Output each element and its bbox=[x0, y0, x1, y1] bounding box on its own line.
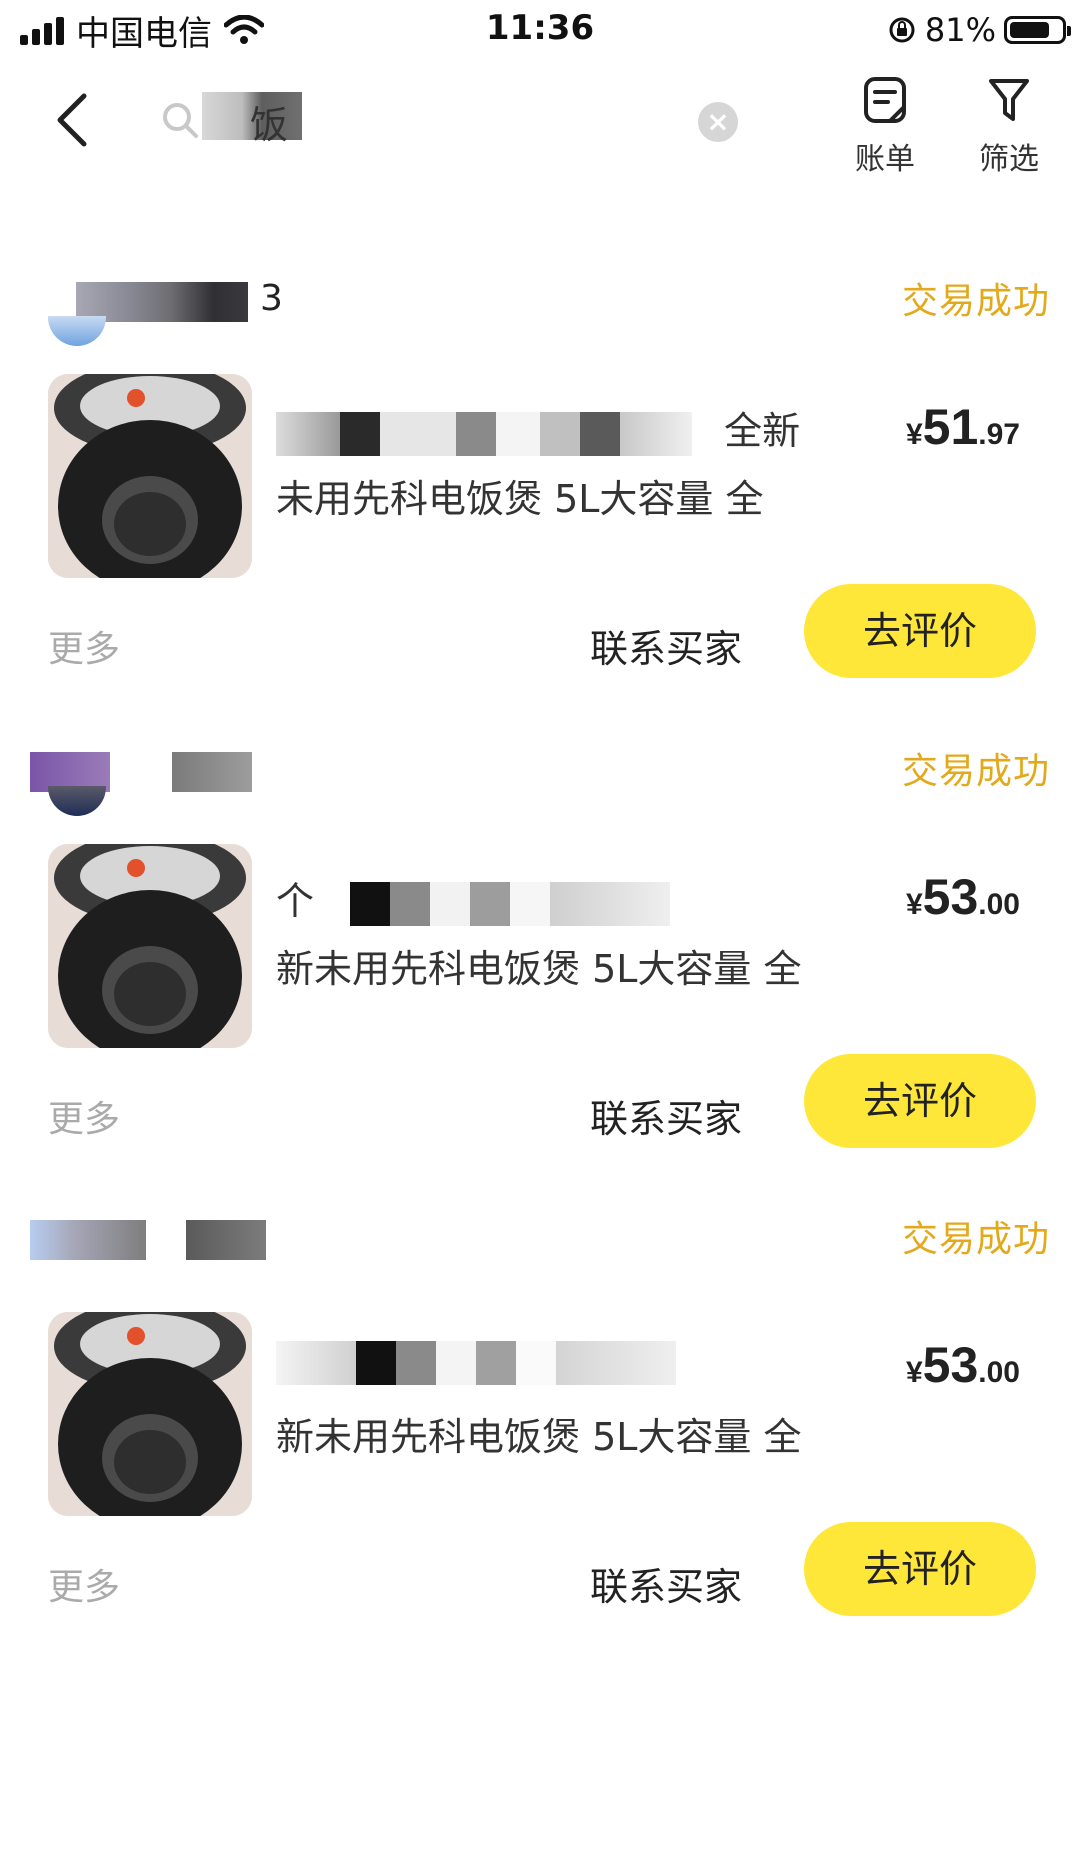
product-title-line2: 新未用先科电饭煲 5L大容量 全 bbox=[276, 947, 802, 991]
contact-buyer-button[interactable]: 联系买家 bbox=[590, 1556, 742, 1611]
more-button[interactable]: 更多 bbox=[48, 620, 120, 672]
product-title-line2: 新未用先科电饭煲 5L大容量 全 bbox=[276, 1415, 802, 1459]
avatar[interactable] bbox=[48, 786, 106, 816]
bill-icon bbox=[864, 77, 906, 123]
product-thumbnail[interactable] bbox=[48, 844, 252, 1048]
filter-button[interactable]: 筛选 bbox=[954, 68, 1064, 178]
search-value: 饭 bbox=[250, 103, 289, 147]
product-thumbnail[interactable] bbox=[48, 1312, 252, 1516]
order-status-badge: 交易成功 bbox=[901, 751, 1050, 792]
status-bar: 中国电信 11:36 81% bbox=[0, 0, 1080, 60]
redacted-seller-name bbox=[186, 1220, 266, 1260]
order-status-badge: 交易成功 bbox=[901, 281, 1050, 322]
battery-percent: 81% bbox=[924, 11, 996, 49]
price: ¥53.00 bbox=[905, 1337, 1020, 1393]
product-title-line1 bbox=[276, 1338, 716, 1398]
battery-icon bbox=[1004, 16, 1071, 44]
search-input[interactable]: 饭 × bbox=[150, 80, 750, 160]
order-status-badge: 交易成功 bbox=[901, 1219, 1050, 1260]
back-icon[interactable] bbox=[44, 90, 104, 150]
bill-label: 账单 bbox=[855, 142, 915, 177]
search-icon bbox=[163, 103, 198, 138]
review-button[interactable]: 去评价 bbox=[804, 1522, 1036, 1616]
order-card[interactable]: 交易成功 新未用先科电饭煲 5L大容量 全 ¥53.00 更多 联系买家 去评价 bbox=[0, 1210, 1080, 1750]
nav-bar: 饭 × 账单 筛选 bbox=[0, 60, 1080, 180]
avatar[interactable] bbox=[48, 316, 106, 346]
redacted-seller-name bbox=[30, 1220, 146, 1260]
seller-row: 3 交易成功 bbox=[30, 272, 1050, 352]
review-button[interactable]: 去评价 bbox=[804, 1054, 1036, 1148]
product-title-line1: 个 bbox=[276, 870, 716, 930]
rotation-lock-icon bbox=[889, 17, 915, 43]
product-title-line1: 全新 bbox=[276, 400, 876, 460]
filter-icon bbox=[989, 79, 1029, 121]
product-title-visible: 个 bbox=[276, 879, 315, 923]
product-title-line2: 未用先科电饭煲 5L大容量 全 bbox=[276, 477, 764, 521]
order-card[interactable]: 3 交易成功 全新 未用先科电饭煲 5L大容量 全 ¥51.97 更多 联系买家… bbox=[0, 272, 1080, 812]
more-button[interactable]: 更多 bbox=[48, 1558, 120, 1610]
product-thumbnail[interactable] bbox=[48, 374, 252, 578]
review-button[interactable]: 去评价 bbox=[804, 584, 1036, 678]
contact-buyer-button[interactable]: 联系买家 bbox=[590, 618, 742, 673]
redacted-seller-name bbox=[172, 752, 252, 792]
bill-button[interactable]: 账单 bbox=[830, 68, 940, 178]
more-button[interactable]: 更多 bbox=[48, 1090, 120, 1142]
seller-row: 交易成功 bbox=[30, 742, 1050, 822]
clear-search-button[interactable]: × bbox=[698, 102, 738, 142]
contact-buyer-button[interactable]: 联系买家 bbox=[590, 1088, 742, 1143]
price: ¥53.00 bbox=[905, 869, 1020, 925]
price: ¥51.97 bbox=[905, 399, 1020, 455]
product-title-visible: 全新 bbox=[724, 409, 801, 453]
order-card[interactable]: 交易成功 个 新未用先科电饭煲 5L大容量 全 ¥53.00 更多 联系买家 去… bbox=[0, 742, 1080, 1282]
seller-name: 3 bbox=[260, 278, 283, 319]
filter-label: 筛选 bbox=[979, 142, 1039, 177]
seller-row: 交易成功 bbox=[30, 1210, 1050, 1290]
